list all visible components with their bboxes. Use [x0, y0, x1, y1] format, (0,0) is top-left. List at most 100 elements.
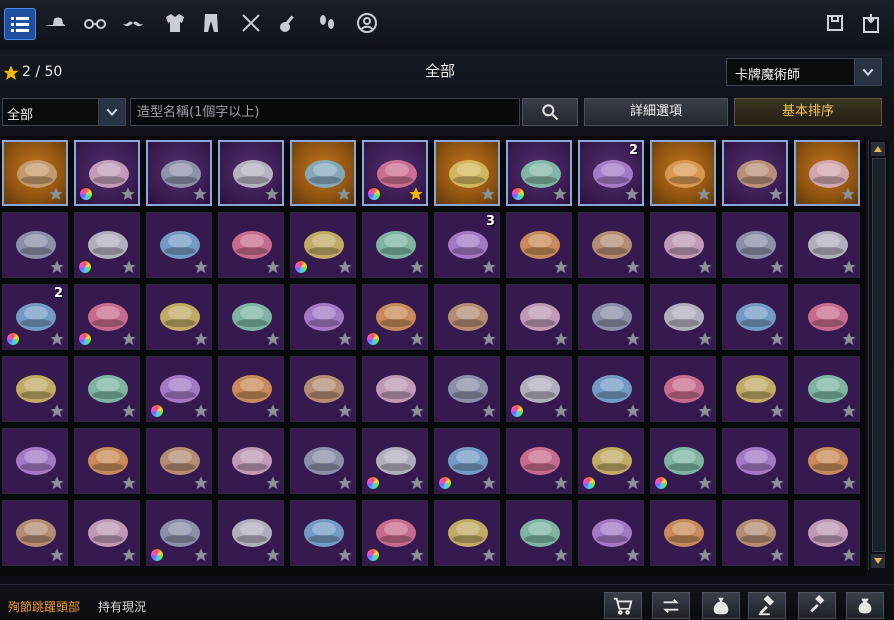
costume-slot[interactable] — [794, 356, 860, 422]
costume-slot[interactable] — [434, 140, 500, 206]
lock-bag-icon[interactable] — [846, 592, 884, 619]
favorite-star-icon[interactable] — [841, 259, 857, 275]
costume-slot[interactable] — [2, 356, 68, 422]
costume-slot[interactable] — [290, 500, 356, 566]
favorite-star-icon[interactable] — [481, 259, 497, 275]
mustache-icon[interactable] — [118, 8, 148, 38]
favorite-star-icon[interactable] — [840, 186, 856, 202]
sort-button[interactable]: 基本排序 — [734, 98, 882, 126]
favorite-star-icon[interactable] — [624, 186, 640, 202]
hat-icon[interactable] — [40, 8, 70, 38]
favorite-star-icon[interactable] — [337, 259, 353, 275]
all-list-icon[interactable] — [4, 8, 36, 40]
costume-slot[interactable] — [2, 140, 68, 206]
favorite-star-icon[interactable] — [48, 186, 64, 202]
favorite-star-icon[interactable] — [49, 331, 65, 347]
costume-slot[interactable] — [722, 428, 788, 494]
costume-slot[interactable] — [362, 428, 428, 494]
costume-slot[interactable]: 2 — [578, 140, 644, 206]
costume-slot[interactable] — [434, 284, 500, 350]
favorite-star-icon[interactable] — [769, 547, 785, 563]
favorite-star-icon[interactable] — [769, 475, 785, 491]
favorite-star-icon[interactable] — [193, 331, 209, 347]
costume-slot[interactable] — [434, 500, 500, 566]
favorite-star-icon[interactable] — [553, 547, 569, 563]
shopping-cart-icon[interactable] — [604, 592, 642, 619]
favorite-star-icon[interactable] — [409, 547, 425, 563]
costume-slot[interactable] — [74, 284, 140, 350]
favorite-star-icon[interactable] — [120, 186, 136, 202]
costume-slot[interactable] — [290, 284, 356, 350]
costume-slot[interactable] — [290, 140, 356, 206]
favorite-star-icon[interactable] — [697, 331, 713, 347]
costume-slot[interactable] — [722, 140, 788, 206]
favorite-star-icon[interactable] — [481, 403, 497, 419]
favorite-star-icon[interactable] — [768, 186, 784, 202]
favorite-star-icon[interactable] — [336, 186, 352, 202]
costume-slot[interactable] — [506, 356, 572, 422]
favorite-star-icon[interactable] — [553, 331, 569, 347]
favorite-star-icon[interactable] — [121, 547, 137, 563]
costume-slot[interactable] — [362, 212, 428, 278]
costume-slot[interactable] — [578, 428, 644, 494]
favorite-star-icon[interactable] — [49, 259, 65, 275]
costume-slot[interactable] — [506, 284, 572, 350]
favorite-star-icon[interactable] — [409, 403, 425, 419]
costume-slot[interactable] — [650, 212, 716, 278]
costume-slot[interactable]: 3 — [434, 212, 500, 278]
costume-slot[interactable] — [434, 428, 500, 494]
favorite-star-icon[interactable] — [121, 331, 137, 347]
favorite-star-icon[interactable] — [841, 331, 857, 347]
search-button[interactable] — [522, 98, 578, 126]
costume-slot[interactable] — [146, 356, 212, 422]
costume-slot[interactable] — [146, 284, 212, 350]
costume-slot[interactable] — [218, 284, 284, 350]
scroll-down-icon[interactable] — [871, 554, 885, 568]
favorite-star-icon[interactable] — [121, 259, 137, 275]
costume-slot[interactable] — [650, 284, 716, 350]
favorite-star-icon[interactable] — [696, 186, 712, 202]
costume-slot[interactable] — [146, 428, 212, 494]
favorite-star-icon[interactable] — [409, 475, 425, 491]
costume-slot[interactable] — [74, 212, 140, 278]
favorite-star-icon[interactable] — [553, 403, 569, 419]
costume-slot[interactable] — [722, 212, 788, 278]
favorite-star-icon[interactable] — [265, 403, 281, 419]
detail-options-button[interactable]: 詳細選項 — [584, 98, 728, 126]
costume-slot[interactable] — [2, 428, 68, 494]
costume-slot[interactable] — [74, 500, 140, 566]
class-select[interactable]: 卡牌魔術師 — [726, 58, 882, 86]
costume-slot[interactable] — [146, 500, 212, 566]
crossed-swords-icon[interactable] — [236, 8, 266, 38]
favorite-star-icon[interactable] — [192, 186, 208, 202]
favorite-star-icon[interactable] — [625, 331, 641, 347]
costume-slot[interactable] — [218, 428, 284, 494]
glasses-icon[interactable] — [80, 8, 110, 38]
costume-slot[interactable] — [362, 356, 428, 422]
favorite-star-icon[interactable] — [408, 186, 424, 202]
scrollbar[interactable] — [868, 140, 889, 570]
favorite-star-icon[interactable] — [552, 186, 568, 202]
costume-slot[interactable] — [290, 356, 356, 422]
costume-slot[interactable] — [506, 500, 572, 566]
costume-slot[interactable] — [578, 356, 644, 422]
costume-slot[interactable] — [650, 500, 716, 566]
costume-slot[interactable] — [362, 140, 428, 206]
favorite-star-icon[interactable] — [697, 403, 713, 419]
favorite-star-icon[interactable] — [769, 331, 785, 347]
costume-slot[interactable]: 2 — [2, 284, 68, 350]
favorite-star-icon[interactable] — [121, 475, 137, 491]
favorite-star-icon[interactable] — [769, 403, 785, 419]
guitar-icon[interactable] — [274, 8, 304, 38]
costume-slot[interactable] — [578, 212, 644, 278]
costume-slot[interactable] — [218, 212, 284, 278]
costume-slot[interactable] — [650, 356, 716, 422]
gavel-icon[interactable] — [798, 592, 836, 619]
outfit-load-icon[interactable] — [858, 10, 886, 38]
favorite-star-icon[interactable] — [553, 475, 569, 491]
costume-slot[interactable] — [146, 212, 212, 278]
favorite-star-icon[interactable] — [625, 475, 641, 491]
chevron-down-icon[interactable] — [854, 59, 881, 85]
costume-slot[interactable] — [2, 500, 68, 566]
favorite-star-icon[interactable] — [264, 186, 280, 202]
